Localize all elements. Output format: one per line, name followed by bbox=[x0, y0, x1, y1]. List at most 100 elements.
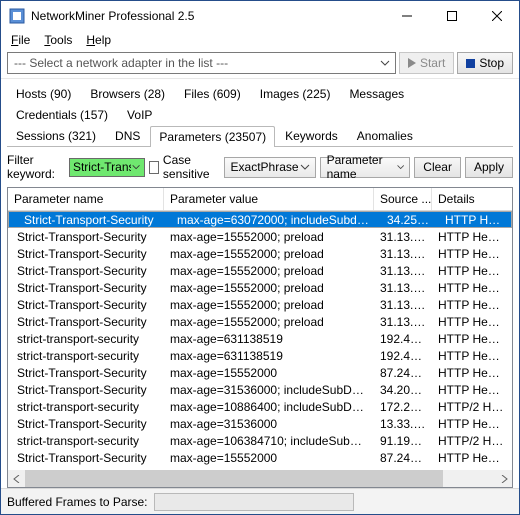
table-row[interactable]: strict-transport-securitymax-age=1063847… bbox=[8, 432, 512, 449]
status-bar: Buffered Frames to Parse: bbox=[1, 488, 519, 514]
cell: strict-transport-security bbox=[8, 400, 164, 414]
chevron-down-icon bbox=[299, 161, 311, 173]
cell: Strict-Transport-Security bbox=[8, 230, 164, 244]
scroll-right-icon[interactable] bbox=[495, 470, 512, 487]
cell: 34.255.2... bbox=[381, 213, 439, 227]
cell: 31.13.72... bbox=[374, 230, 432, 244]
stop-icon bbox=[466, 59, 475, 68]
clear-label: Clear bbox=[423, 160, 452, 174]
cell: max-age=31536000 bbox=[164, 417, 374, 431]
col-parameter-name[interactable]: Parameter name bbox=[8, 188, 164, 210]
cell: max-age=15552000 bbox=[164, 451, 374, 465]
match-mode-value: ExactPhrase bbox=[231, 160, 299, 174]
cell: max-age=15552000; preload bbox=[164, 264, 374, 278]
table-row[interactable]: Strict-Transport-Securitymax-age=6307200… bbox=[8, 211, 512, 228]
filter-keyword-input[interactable]: Strict-Transp bbox=[69, 158, 145, 177]
cell: Strict-Transport-Security bbox=[8, 366, 164, 380]
table-row[interactable]: Strict-Transport-Securitymax-age=1555200… bbox=[8, 296, 512, 313]
close-button[interactable] bbox=[474, 1, 519, 31]
table-row[interactable]: Strict-Transport-Securitymax-age=1555200… bbox=[8, 262, 512, 279]
cell: max-age=15552000; preload bbox=[164, 298, 374, 312]
column-select-value: Parameter name bbox=[327, 153, 396, 181]
tab-6[interactable]: VoIP bbox=[118, 104, 161, 125]
horizontal-scrollbar[interactable] bbox=[8, 470, 512, 487]
tab2-0[interactable]: Sessions (321) bbox=[7, 125, 105, 146]
tab-2[interactable]: Files (609) bbox=[175, 83, 250, 104]
chevron-down-icon bbox=[396, 161, 405, 173]
cell: HTTP Header bbox=[432, 230, 512, 244]
table-row[interactable]: Strict-Transport-Securitymax-age=3153600… bbox=[8, 415, 512, 432]
tab-strip: Hosts (90)Browsers (28)Files (609)Images… bbox=[1, 79, 519, 147]
menu-help[interactable]: Help bbox=[86, 33, 111, 47]
table-row[interactable]: Strict-Transport-Securitymax-age=1555200… bbox=[8, 449, 512, 466]
match-mode-select[interactable]: ExactPhrase bbox=[224, 157, 316, 178]
col-details[interactable]: Details bbox=[432, 188, 512, 210]
filter-keyword-value: Strict-Transp bbox=[73, 160, 131, 174]
cell: 87.248.1... bbox=[374, 451, 432, 465]
cell: Strict-Transport-Security bbox=[8, 247, 164, 261]
tab-5[interactable]: Credentials (157) bbox=[7, 104, 117, 125]
table-row[interactable]: strict-transport-securitymax-age=6311385… bbox=[8, 330, 512, 347]
tab2-3[interactable]: Keywords bbox=[276, 125, 347, 146]
cell: 192.48.2... bbox=[374, 332, 432, 346]
checkbox-icon bbox=[149, 161, 159, 174]
table-row[interactable]: strict-transport-securitymax-age=6311385… bbox=[8, 347, 512, 364]
cell: max-age=63072000; includeSubdomain... bbox=[171, 213, 381, 227]
clear-button[interactable]: Clear bbox=[414, 157, 461, 178]
app-icon bbox=[9, 8, 25, 24]
table-row[interactable]: Strict-Transport-Securitymax-age=1555200… bbox=[8, 228, 512, 245]
col-source[interactable]: Source ... bbox=[374, 188, 432, 210]
col-parameter-value[interactable]: Parameter value bbox=[164, 188, 374, 210]
cell: HTTP Header bbox=[432, 349, 512, 363]
cell: max-age=31536000; includeSubDomains bbox=[164, 383, 374, 397]
adapter-row: --- Select a network adapter in the list… bbox=[1, 50, 519, 79]
cell: HTTP Header bbox=[432, 281, 512, 295]
column-select[interactable]: Parameter name bbox=[320, 157, 411, 178]
apply-button[interactable]: Apply bbox=[465, 157, 513, 178]
scroll-left-icon[interactable] bbox=[8, 470, 25, 487]
cell: Strict-Transport-Security bbox=[8, 417, 164, 431]
cell: HTTP/2 Header bbox=[432, 434, 512, 448]
cell: max-age=15552000; preload bbox=[164, 281, 374, 295]
tab-4[interactable]: Messages bbox=[340, 83, 413, 104]
tab-1[interactable]: Browsers (28) bbox=[81, 83, 174, 104]
cell: Strict-Transport-Security bbox=[8, 451, 164, 465]
cell: 87.248.1... bbox=[374, 366, 432, 380]
scroll-thumb[interactable] bbox=[25, 470, 443, 487]
cell: 91.198.1... bbox=[374, 434, 432, 448]
table-row[interactable]: Strict-Transport-Securitymax-age=1555200… bbox=[8, 279, 512, 296]
cell: max-age=631138519 bbox=[164, 332, 374, 346]
maximize-button[interactable] bbox=[429, 1, 474, 31]
cell: Strict-Transport-Security bbox=[8, 315, 164, 329]
scroll-track[interactable] bbox=[25, 470, 495, 487]
cell: strict-transport-security bbox=[8, 349, 164, 363]
tab-0[interactable]: Hosts (90) bbox=[7, 83, 80, 104]
menu-file[interactable]: File bbox=[11, 33, 30, 47]
tab2-2[interactable]: Parameters (23507) bbox=[150, 126, 275, 147]
table-row[interactable]: Strict-Transport-Securitymax-age=1555200… bbox=[8, 313, 512, 330]
filter-label: Filter keyword: bbox=[7, 153, 65, 181]
stop-button[interactable]: Stop bbox=[457, 52, 513, 74]
cell: HTTP/2 Header bbox=[432, 400, 512, 414]
tab2-1[interactable]: DNS bbox=[106, 125, 149, 146]
cell: HTTP Header bbox=[432, 417, 512, 431]
tab2-4[interactable]: Anomalies bbox=[348, 125, 422, 146]
table-row[interactable]: Strict-Transport-Securitymax-age=1555200… bbox=[8, 364, 512, 381]
table-row[interactable]: Strict-Transport-Securitymax-age=1555200… bbox=[8, 245, 512, 262]
cell: Strict-Transport-Security bbox=[8, 281, 164, 295]
cell: HTTP Header bbox=[432, 332, 512, 346]
window-title: NetworkMiner Professional 2.5 bbox=[31, 9, 384, 23]
adapter-select[interactable]: --- Select a network adapter in the list… bbox=[7, 52, 396, 74]
tab-3[interactable]: Images (225) bbox=[251, 83, 340, 104]
cell: HTTP Header bbox=[439, 213, 507, 227]
start-button[interactable]: Start bbox=[399, 52, 454, 74]
cell: 31.13.72... bbox=[374, 264, 432, 278]
menu-bar: File Tools Help bbox=[1, 31, 519, 50]
case-sensitive-checkbox[interactable]: Case sensitive bbox=[149, 153, 220, 181]
table-row[interactable]: Strict-Transport-Securitymax-age=3153600… bbox=[8, 381, 512, 398]
table-row[interactable]: strict-transport-securitymax-age=1088640… bbox=[8, 398, 512, 415]
stop-label: Stop bbox=[479, 56, 504, 70]
cell: 31.13.72... bbox=[374, 315, 432, 329]
menu-tools[interactable]: Tools bbox=[44, 33, 72, 47]
minimize-button[interactable] bbox=[384, 1, 429, 31]
